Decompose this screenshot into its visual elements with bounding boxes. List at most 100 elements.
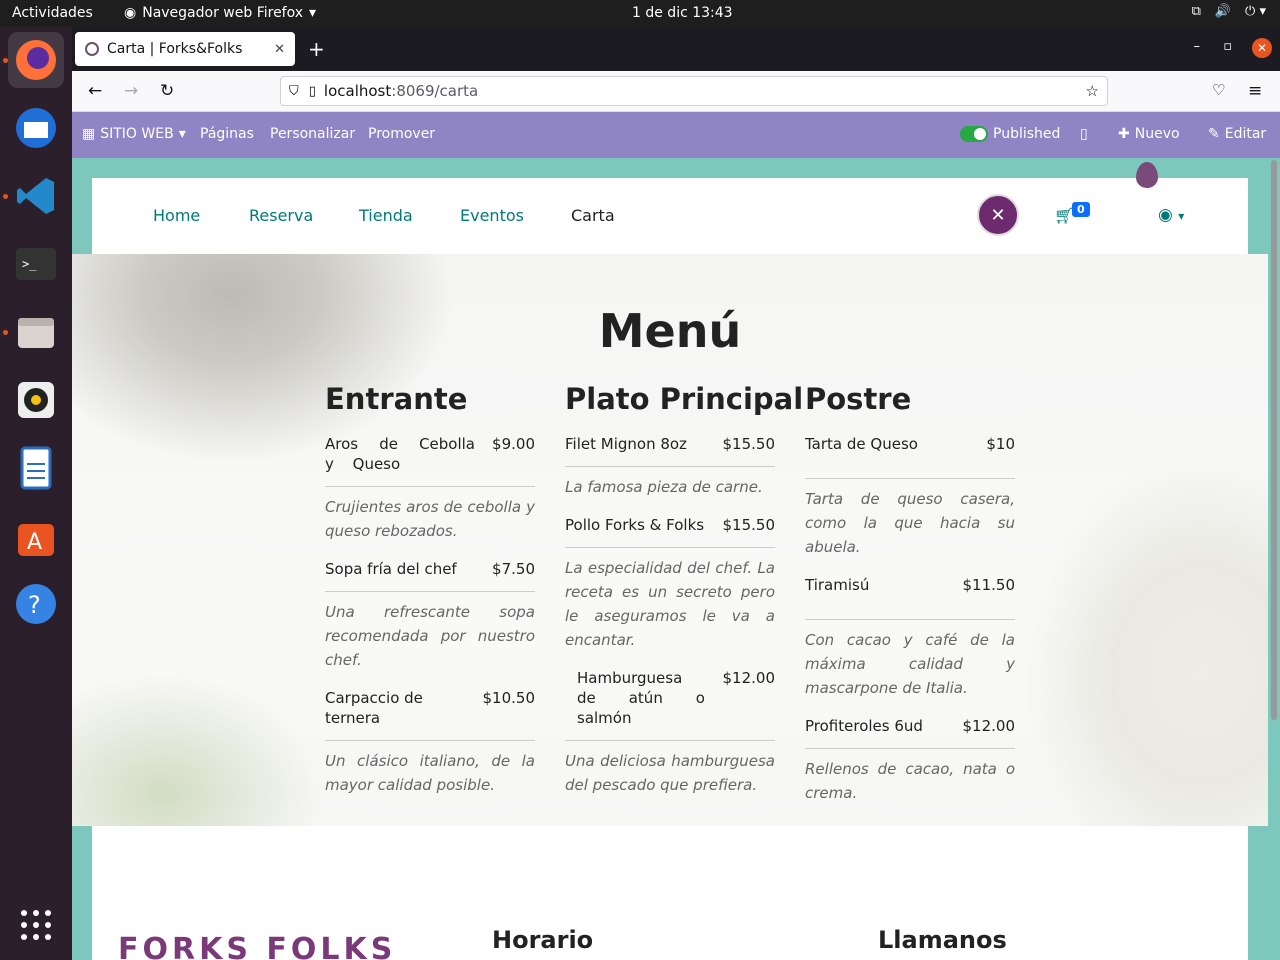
nav-carta[interactable]: Carta	[571, 206, 615, 225]
menu-item: Pollo Forks & Folks $15.50	[565, 515, 775, 548]
menu-item: Tiramisú $11.50	[805, 575, 1015, 620]
item-name: Profiteroles 6ud	[805, 717, 923, 735]
dock-files[interactable]	[8, 304, 64, 360]
website-menu[interactable]: ▦ SITIO WEB ▾	[82, 126, 186, 142]
mobile-preview-icon[interactable]: ▯	[1080, 126, 1088, 142]
minimize-icon[interactable]: –	[1194, 39, 1201, 54]
menu-item: Filet Mignon 8oz $15.50	[565, 434, 775, 467]
site-footer: FORKS FOLKS Horario Llamanos	[92, 826, 1248, 960]
reload-icon[interactable]: ↻	[160, 81, 174, 101]
show-apps-button[interactable]	[8, 897, 64, 953]
volume-icon: 🔊	[1214, 4, 1232, 19]
item-description: La especialidad del chef. La receta es u…	[565, 559, 775, 649]
url-host: localhost	[323, 82, 392, 100]
maximize-icon[interactable]: ▫	[1223, 39, 1232, 54]
menu-column-postre: Postre Tarta de Queso $10 Tarta de queso…	[805, 382, 1015, 821]
site-favicon-icon	[85, 42, 99, 56]
user-menu[interactable]: ◉ ▾	[1158, 205, 1184, 225]
bookmark-star-icon[interactable]: ☆	[1086, 82, 1099, 100]
power-icon: ⏻ ▾	[1245, 4, 1266, 19]
dock: >_ A ?	[0, 27, 72, 960]
pocket-icon[interactable]: ♡	[1212, 81, 1225, 99]
column-title: Plato Principal	[565, 382, 804, 416]
nav-home[interactable]: Home	[153, 206, 200, 225]
new-button-label: Nuevo	[1134, 126, 1180, 142]
activities-button[interactable]: Actividades	[12, 5, 93, 21]
folder-icon	[18, 318, 54, 348]
browser-toolbar: ← → ↻ ⛉ ▯ localhost:8069/carta ☆ ♡ ≡	[72, 71, 1280, 112]
toggle-switch	[960, 126, 988, 142]
pages-menu[interactable]: Páginas	[200, 126, 254, 142]
thunderbird-icon	[16, 108, 56, 148]
item-price: $12.00	[722, 669, 776, 687]
system-tray[interactable]: ⧉ 🔊 ⏻ ▾	[1192, 4, 1266, 19]
dock-help[interactable]: ?	[8, 576, 64, 632]
menu-column-entrante: Entrante Aros de Cebolla y Queso $9.00 C…	[325, 382, 535, 813]
website-page: Home Reserva Tienda Eventos Carta ✕ 🛒︎ 0…	[72, 158, 1268, 960]
back-icon[interactable]: ←	[88, 81, 102, 101]
svg-text:>_: >_	[22, 257, 37, 271]
firefox-icon	[16, 40, 56, 80]
new-button[interactable]: ✚ Nuevo	[1118, 126, 1180, 142]
svg-text:?: ?	[28, 591, 41, 619]
dock-software[interactable]: A	[8, 508, 64, 564]
item-name: Aros de Cebolla y Queso	[325, 435, 475, 473]
item-price: $9.00	[492, 435, 535, 453]
site-header: Home Reserva Tienda Eventos Carta ✕ 🛒︎ 0…	[92, 178, 1248, 254]
nav-reserva[interactable]: Reserva	[249, 206, 313, 225]
nav-tienda[interactable]: Tienda	[359, 206, 413, 225]
help-icon: ?	[16, 584, 56, 624]
footer-logo: FORKS FOLKS	[118, 932, 397, 960]
dock-vscode[interactable]	[8, 168, 64, 224]
dock-thunderbird[interactable]	[8, 100, 64, 156]
menu-column-plato-principal: Plato Principal Filet Mignon 8oz $15.50 …	[565, 382, 804, 813]
item-description: Una refrescante sopa recomendada por nue…	[325, 603, 535, 669]
chevron-down-icon: ▾	[178, 126, 186, 142]
dock-firefox[interactable]	[8, 32, 64, 88]
column-title: Postre	[805, 382, 912, 416]
menu-section: Menú Entrante Aros de Cebolla y Queso $9…	[72, 254, 1268, 826]
user-icon: ◉	[1158, 205, 1173, 225]
item-description: Con cacao y café de la máxima calidad y …	[805, 631, 1015, 697]
clock[interactable]: 1 de dic 13:43	[632, 5, 733, 21]
tab-title: Carta | Forks&Folks	[107, 41, 243, 57]
hamburger-menu-icon[interactable]: ≡	[1248, 81, 1262, 101]
svg-text:A: A	[27, 530, 42, 555]
footer-hours-title: Horario	[492, 926, 594, 954]
item-description: La famosa pieza de carne.	[565, 478, 763, 496]
browser-tab[interactable]: Carta | Forks&Folks ✕	[75, 32, 295, 66]
menu-item: Carpaccio de ternera $10.50	[325, 688, 535, 741]
grid-icon	[21, 910, 51, 940]
dock-terminal[interactable]: >_	[8, 236, 64, 292]
published-label: Published	[993, 126, 1061, 142]
close-window-icon[interactable]: ✕	[1252, 38, 1272, 58]
page-scrollbar[interactable]	[1268, 158, 1280, 960]
item-price: $7.50	[492, 560, 535, 578]
item-name: Filet Mignon 8oz	[565, 435, 687, 453]
menu-item: Hamburguesa de atún o salmón $12.00	[565, 668, 775, 741]
dock-writer[interactable]	[8, 440, 64, 496]
new-tab-button[interactable]: +	[308, 37, 325, 61]
forward-icon[interactable]: →	[124, 81, 138, 101]
close-tab-icon[interactable]: ✕	[274, 42, 285, 57]
item-price: $15.50	[722, 435, 776, 453]
item-description: Un clásico italiano, de la mayor calidad…	[325, 752, 535, 794]
nav-eventos[interactable]: Eventos	[460, 206, 524, 225]
footer-call-title: Llamanos	[878, 926, 1007, 954]
published-toggle[interactable]: Published	[960, 126, 1060, 142]
column-title: Entrante	[325, 382, 468, 416]
item-description: Rellenos de cacao, nata o crema.	[805, 760, 1015, 802]
firefox-icon: ◉	[124, 5, 137, 21]
network-icon: ⧉	[1191, 4, 1201, 19]
cart-count-badge: 0	[1072, 202, 1090, 217]
promote-menu[interactable]: Promover	[368, 126, 435, 142]
url-bar[interactable]: ⛉ ▯ localhost:8069/carta ☆	[280, 76, 1108, 106]
document-icon	[20, 446, 52, 490]
apps-grid-icon: ▦	[82, 126, 96, 142]
app-menu[interactable]: ◉ Navegador web Firefox ▾	[124, 5, 316, 21]
edit-button[interactable]: ✎ Editar	[1208, 126, 1266, 142]
site-logo[interactable]: ✕	[977, 194, 1019, 236]
dock-rhythmbox[interactable]	[8, 372, 64, 428]
odoo-website-bar: ▦ SITIO WEB ▾ Páginas Personalizar Promo…	[72, 112, 1280, 158]
customize-menu[interactable]: Personalizar	[270, 126, 355, 142]
